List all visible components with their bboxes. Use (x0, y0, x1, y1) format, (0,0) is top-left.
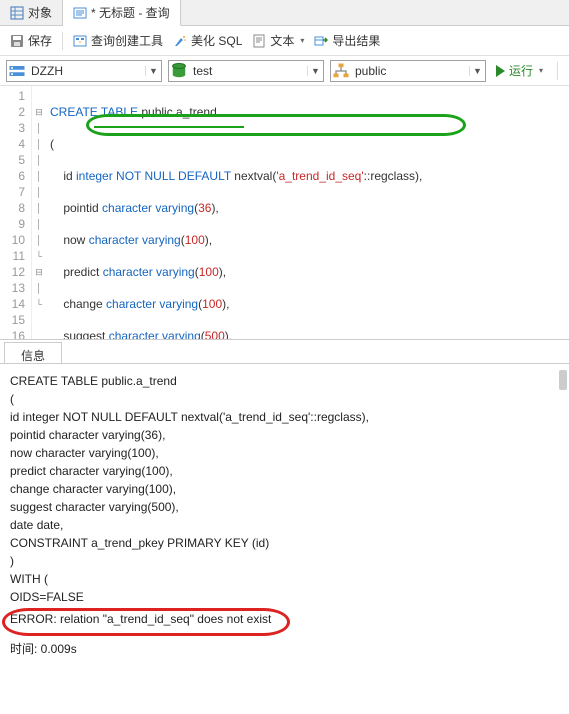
schema-value: public (351, 64, 469, 78)
connection-value: DZZH (27, 64, 145, 78)
connection-select[interactable]: DZZH ▼ (6, 60, 162, 82)
separator (62, 32, 63, 50)
sql-editor[interactable]: 123 456 789 101112 131415 1617 ⊟││ │││ │… (0, 86, 569, 340)
schema-select[interactable]: public ▼ (330, 60, 486, 82)
output-line: ) (10, 552, 559, 570)
save-label: 保存 (28, 32, 52, 49)
fold-gutter: ⊟││ │││ │││ └⊟│ └ (32, 86, 46, 340)
output-line: ( (10, 390, 559, 408)
beautify-icon (173, 34, 187, 48)
table-icon (10, 6, 24, 20)
tab-objects[interactable]: 对象 (0, 0, 63, 25)
export-icon (314, 34, 328, 48)
document-tabs: 对象 * 无标题 - 查询 (0, 0, 569, 26)
export-button[interactable]: 导出结果 (310, 30, 384, 51)
scrollbar-thumb[interactable] (559, 370, 567, 390)
line-gutter: 123 456 789 101112 131415 1617 (0, 86, 32, 340)
output-panel: CREATE TABLE public.a_trend ( id integer… (0, 364, 569, 714)
output-line: suggest character varying(500), (10, 498, 559, 516)
chevron-down-icon: ▼ (145, 66, 161, 76)
beautify-button[interactable]: 美化 SQL (169, 30, 246, 51)
tab-query[interactable]: * 无标题 - 查询 (63, 0, 181, 26)
database-icon (169, 61, 189, 81)
output-line: date date, (10, 516, 559, 534)
chevron-down-icon: ▼ (469, 66, 485, 76)
run-button[interactable]: 运行 ▾ (492, 62, 547, 79)
text-icon (252, 34, 266, 48)
output-line: pointid character varying(36), (10, 426, 559, 444)
database-select[interactable]: test ▼ (168, 60, 324, 82)
code-area[interactable]: CREATE TABLE public.a_trend ( id integer… (46, 86, 426, 340)
output-line: CREATE TABLE public.a_trend (10, 372, 559, 390)
output-line: WITH ( (10, 570, 559, 588)
error-line: ERROR: relation "a_trend_id_seq" does no… (10, 610, 559, 628)
save-icon (10, 34, 24, 48)
export-label: 导出结果 (332, 32, 380, 49)
connection-icon (7, 61, 27, 81)
output-line: id integer NOT NULL DEFAULT nextval('a_t… (10, 408, 559, 426)
toolbar: 保存 查询创建工具 美化 SQL 文本 ▾ 导出结果 (0, 26, 569, 56)
text-label: 文本 (270, 32, 294, 49)
beautify-label: 美化 SQL (191, 32, 242, 49)
output-line: OIDS=FALSE (10, 588, 559, 606)
result-tabs: 信息 (0, 340, 569, 364)
output-line: CONSTRAINT a_trend_pkey PRIMARY KEY (id) (10, 534, 559, 552)
separator (557, 62, 558, 80)
output-line: predict character varying(100), (10, 462, 559, 480)
chevron-down-icon: ▼ (307, 66, 323, 76)
chevron-down-icon: ▾ (539, 66, 543, 75)
save-button[interactable]: 保存 (6, 30, 56, 51)
play-icon (496, 65, 505, 77)
builder-label: 查询创建工具 (91, 32, 163, 49)
timing-line: 时间: 0.009s (10, 640, 559, 658)
output-line: change character varying(100), (10, 480, 559, 498)
chevron-down-icon: ▾ (300, 36, 304, 45)
tab-label: 对象 (28, 4, 52, 21)
query-builder-button[interactable]: 查询创建工具 (69, 30, 167, 51)
builder-icon (73, 34, 87, 48)
tab-label: * 无标题 - 查询 (91, 4, 170, 21)
output-line: now character varying(100), (10, 444, 559, 462)
tab-info[interactable]: 信息 (4, 342, 62, 363)
database-value: test (189, 64, 307, 78)
schema-icon (331, 61, 351, 81)
connection-bar: DZZH ▼ test ▼ public ▼ 运行 ▾ (0, 56, 569, 86)
query-icon (73, 6, 87, 20)
info-tab-label: 信息 (21, 349, 45, 363)
run-label: 运行 (509, 62, 533, 79)
text-button[interactable]: 文本 ▾ (248, 30, 308, 51)
